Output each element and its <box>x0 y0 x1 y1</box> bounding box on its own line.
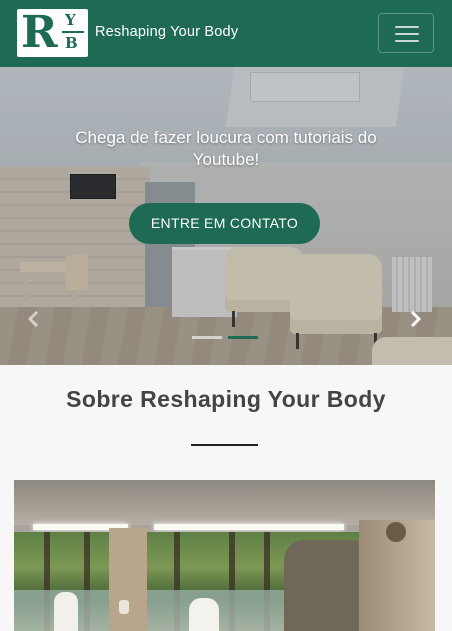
carousel-next-button[interactable] <box>404 310 428 334</box>
navbar: R Y B Reshaping Your Body <box>0 0 452 67</box>
carousel-prev-button[interactable] <box>21 310 45 334</box>
chevron-right-icon <box>410 310 422 328</box>
ceiling-light <box>154 524 344 530</box>
logo-letter-b: B <box>65 34 78 52</box>
section-divider <box>191 444 258 446</box>
logo-letter-y: Y <box>65 11 76 29</box>
brand-name-link[interactable]: Reshaping Your Body <box>95 22 238 42</box>
hamburger-menu-icon <box>395 33 419 35</box>
hero-carousel: Chega de fazer loucura com tutoriais do … <box>0 67 452 365</box>
chevron-left-icon <box>27 310 39 328</box>
logo-divider <box>62 31 84 33</box>
wooden-column <box>109 528 147 631</box>
towel <box>54 592 78 631</box>
about-spa-photo <box>14 480 435 631</box>
navbar-toggler-button[interactable] <box>378 13 434 53</box>
hero-caption: Chega de fazer loucura com tutoriais do … <box>75 128 377 169</box>
hamburger-menu-icon <box>395 26 419 28</box>
carousel-indicator-1[interactable] <box>192 336 222 339</box>
hamburger-menu-icon <box>395 40 419 42</box>
about-section-title: Sobre Reshaping Your Body <box>66 386 386 412</box>
towel <box>189 598 219 631</box>
brand-logo[interactable]: R Y B <box>17 9 88 57</box>
carousel-indicator-2-active[interactable] <box>228 336 258 339</box>
logo-letter-r: R <box>21 9 58 57</box>
contact-cta-button[interactable]: ENTRE EM CONTATO <box>129 203 320 244</box>
